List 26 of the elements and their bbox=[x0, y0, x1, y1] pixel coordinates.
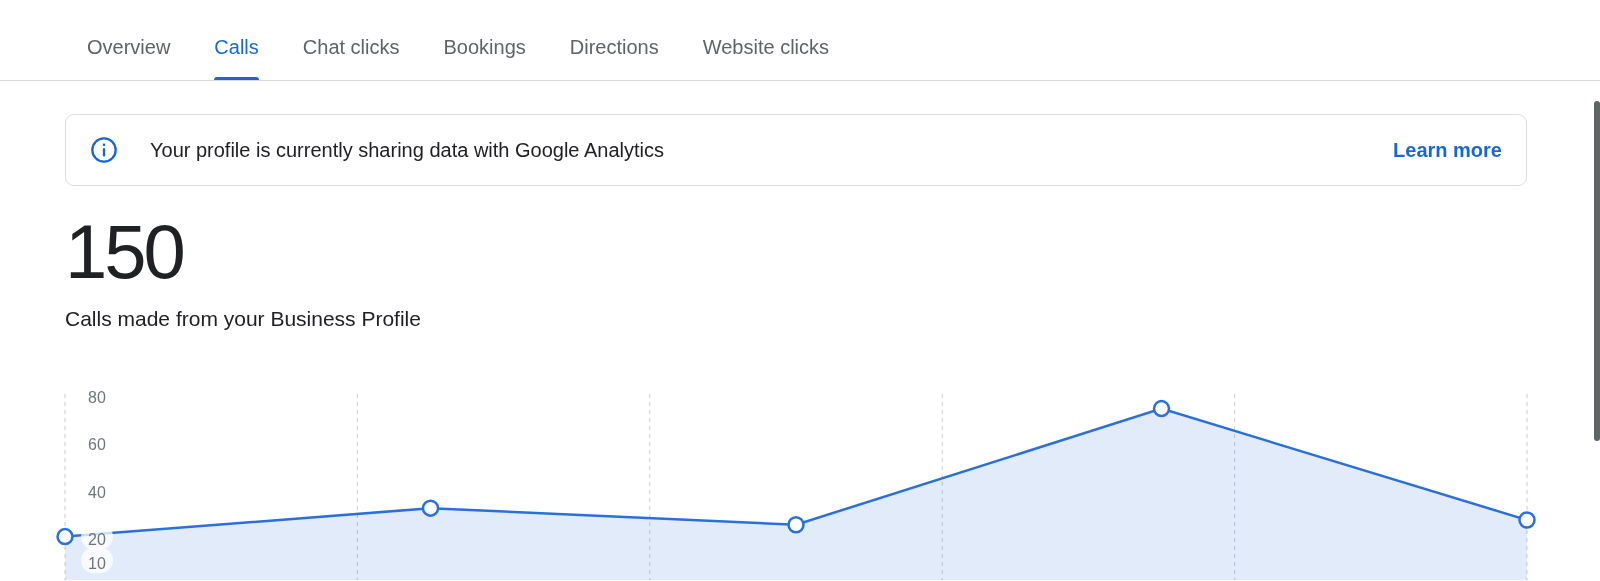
total-count: 150 bbox=[65, 212, 184, 292]
scrollbar-thumb[interactable] bbox=[1594, 101, 1600, 441]
tab[interactable]: Directions bbox=[547, 0, 681, 80]
axis-tick-label: 80 bbox=[81, 381, 113, 408]
point bbox=[421, 499, 440, 517]
point bbox=[56, 527, 74, 546]
banner-message: Your profile is currently sharing data with Google Analytics bbox=[150, 138, 665, 162]
info-icon bbox=[90, 136, 118, 164]
y-tick-label: 20 bbox=[88, 531, 106, 549]
y-tick-label: 60 bbox=[88, 436, 106, 454]
axis-tick-label: 60 bbox=[81, 428, 113, 455]
tab[interactable]: Bookings bbox=[421, 0, 548, 80]
y-tick-label: 40 bbox=[88, 483, 106, 501]
metric-caption: Calls made from your Business Profile bbox=[65, 306, 422, 332]
tab[interactable]: Website clicks bbox=[680, 0, 852, 80]
point bbox=[787, 516, 805, 534]
y-tick-label: 80 bbox=[88, 388, 106, 406]
axis-tick-label: 40 bbox=[81, 476, 113, 503]
y-tick-label: 10 bbox=[88, 554, 106, 572]
point bbox=[1152, 399, 1171, 418]
tab[interactable]: Overview bbox=[65, 0, 193, 80]
learn-more-link[interactable]: Learn more bbox=[1393, 138, 1502, 162]
tab[interactable]: Calls bbox=[192, 0, 281, 80]
axis-tick-label: 10 bbox=[81, 547, 113, 574]
point bbox=[1518, 511, 1536, 529]
tab[interactable]: Chat clicks bbox=[280, 0, 422, 80]
